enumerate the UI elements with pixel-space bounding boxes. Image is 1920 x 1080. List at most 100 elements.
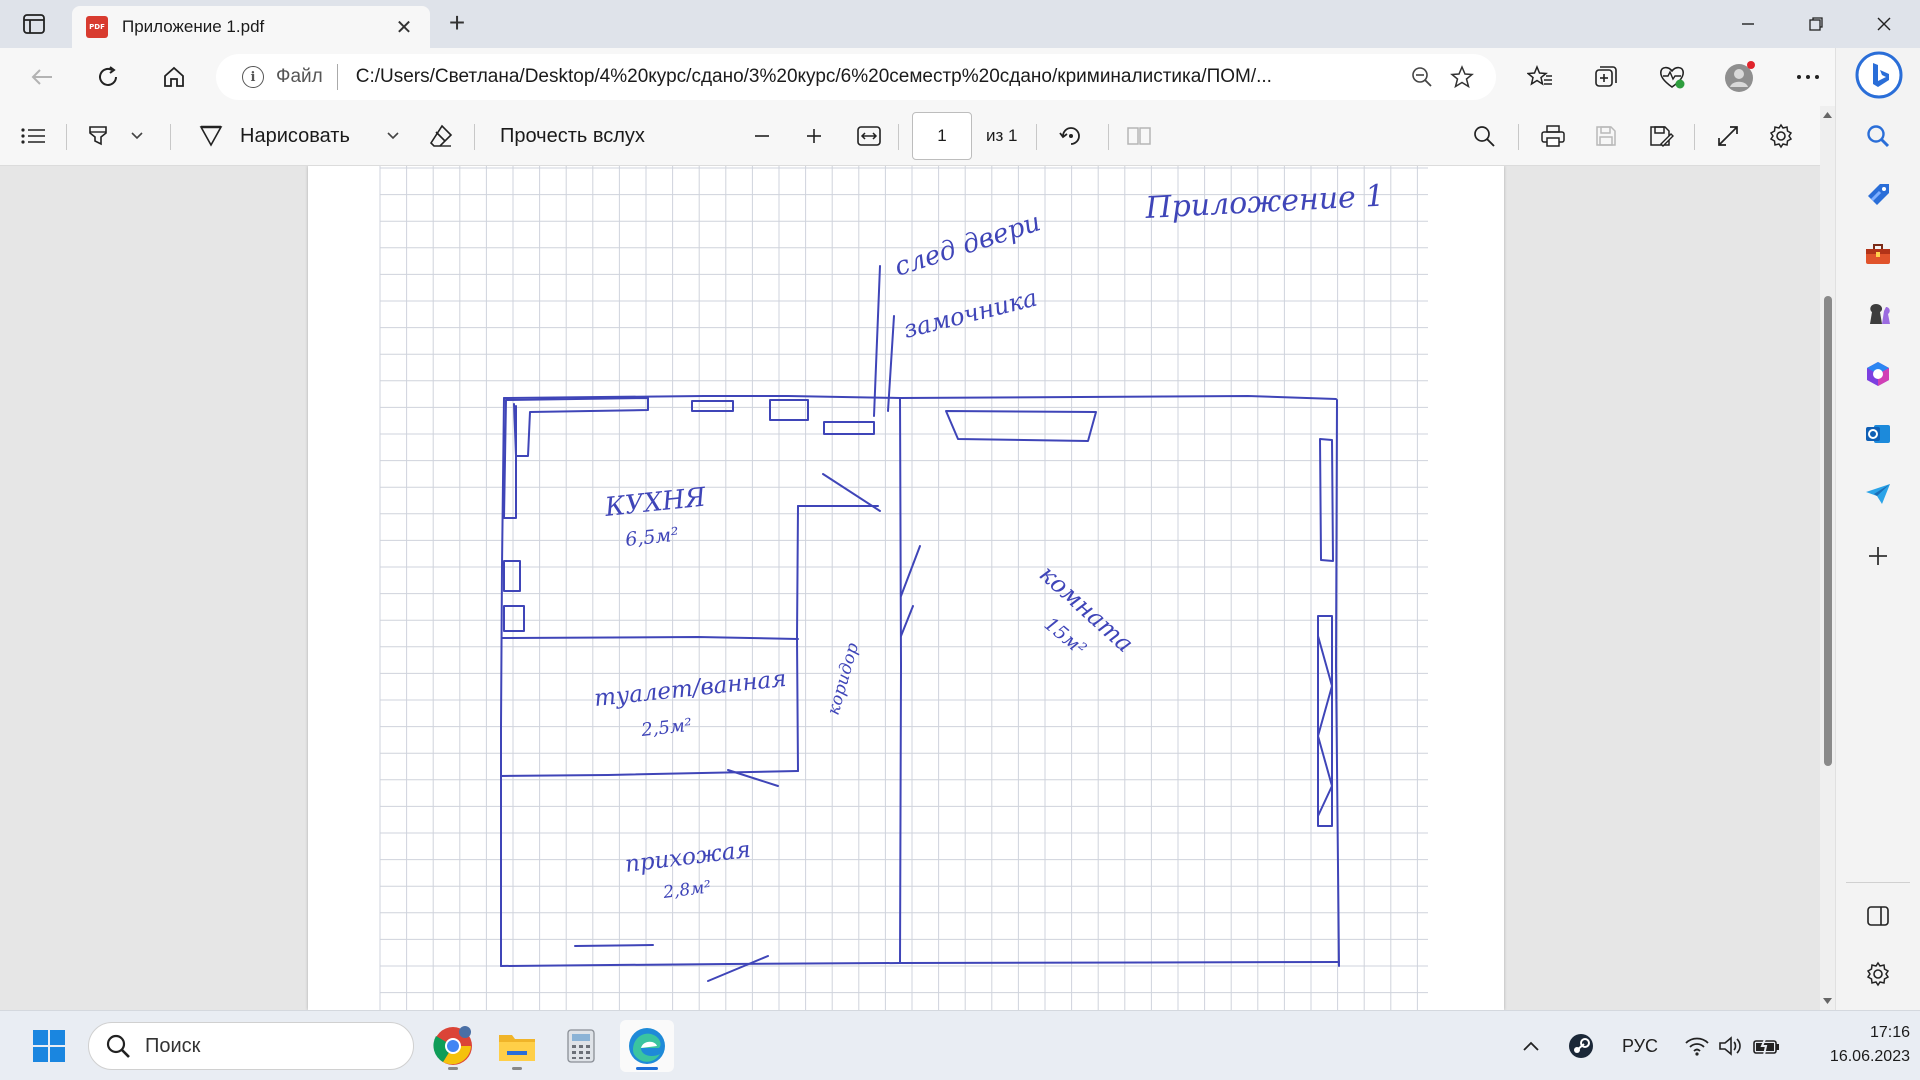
draw-options-button[interactable] xyxy=(386,120,400,152)
tray-battery[interactable] xyxy=(1752,1031,1782,1061)
draw-button[interactable]: Нарисовать xyxy=(198,120,350,152)
zoom-out-pdf-button[interactable] xyxy=(752,120,772,152)
sidebar-settings-button[interactable] xyxy=(1858,954,1898,994)
sidebar-shopping-button[interactable] xyxy=(1858,174,1898,214)
pdf-viewport[interactable]: Приложение 1 след двери замочника КУХНЯ … xyxy=(0,166,1820,1010)
sidebar-send-button[interactable] xyxy=(1858,474,1898,514)
keyboard-language[interactable]: РУС xyxy=(1622,1031,1658,1061)
pdf-toolbar: Нарисовать Прочесть вслух 1 из 1 xyxy=(0,106,1835,166)
favorites-button[interactable] xyxy=(1520,59,1560,95)
sidebar-tools-button[interactable] xyxy=(1858,234,1898,274)
taskbar-clock[interactable]: 17:16 16.06.2023 xyxy=(1800,1021,1910,1069)
sidebar-outlook-button[interactable] xyxy=(1858,414,1898,454)
fit-width-button[interactable] xyxy=(856,120,882,152)
sidebar-add-button[interactable] xyxy=(1858,536,1898,576)
rotate-button[interactable] xyxy=(1058,120,1084,152)
home-button[interactable] xyxy=(156,59,192,95)
scroll-down-icon[interactable] xyxy=(1820,994,1835,1008)
list-icon xyxy=(21,128,45,144)
refresh-button[interactable] xyxy=(90,59,126,95)
chevron-up-icon xyxy=(1523,1041,1539,1051)
scrollbar-thumb[interactable] xyxy=(1824,296,1832,766)
close-tab-icon[interactable]: ✕ xyxy=(392,15,416,40)
tab-actions-button[interactable] xyxy=(18,10,50,38)
close-window-button[interactable] xyxy=(1856,6,1912,42)
more-menu-button[interactable] xyxy=(1788,59,1828,95)
tray-volume[interactable] xyxy=(1718,1031,1744,1061)
tray-network[interactable] xyxy=(1684,1031,1710,1061)
page-number-input[interactable]: 1 xyxy=(912,112,972,160)
door-entry xyxy=(707,955,769,982)
vertical-scrollbar[interactable] xyxy=(1820,106,1835,1010)
taskbar-chrome[interactable] xyxy=(426,1020,480,1072)
plus-icon xyxy=(1869,547,1887,565)
bing-chat-button[interactable] xyxy=(1854,50,1904,100)
minimize-button[interactable] xyxy=(1720,6,1776,42)
taskbar-calculator[interactable] xyxy=(554,1020,608,1072)
eraser-icon xyxy=(429,124,453,147)
sidebar-search-button[interactable] xyxy=(1858,116,1898,156)
cabinet-top xyxy=(691,399,875,435)
favorite-star-button[interactable] xyxy=(1442,59,1482,95)
show-hidden-icons-button[interactable] xyxy=(1522,1031,1540,1061)
address-divider xyxy=(336,64,338,90)
taskbar-search-box[interactable]: Поиск xyxy=(88,1022,414,1070)
highlight-button[interactable] xyxy=(86,120,112,152)
profile-button[interactable] xyxy=(1720,59,1760,95)
wall-central xyxy=(899,397,902,964)
running-indicator xyxy=(636,1067,658,1070)
tray-steam[interactable] xyxy=(1568,1031,1594,1061)
paper-plane-icon xyxy=(1866,484,1890,504)
browser-essentials-button[interactable] xyxy=(1652,59,1692,95)
draw-pen-icon xyxy=(199,125,223,147)
new-tab-button[interactable]: + xyxy=(440,8,474,40)
taskbar-file-explorer[interactable] xyxy=(490,1020,544,1072)
print-button[interactable] xyxy=(1540,120,1566,152)
collections-button[interactable] xyxy=(1586,59,1626,95)
back-button[interactable] xyxy=(24,59,60,95)
tab-strip: PDF Приложение 1.pdf ✕ + xyxy=(0,0,1920,48)
highlight-options-button[interactable] xyxy=(130,120,144,152)
zoom-out-button[interactable] xyxy=(1402,59,1442,95)
start-button[interactable] xyxy=(22,1020,76,1072)
zoom-in-pdf-button[interactable] xyxy=(804,120,824,152)
plus-icon xyxy=(807,129,821,143)
fullscreen-button[interactable] xyxy=(1716,120,1740,152)
minus-icon xyxy=(755,135,769,137)
sidebar-games-button[interactable] xyxy=(1858,294,1898,334)
kitchen-area-label: 6,5м² xyxy=(624,523,680,550)
info-icon[interactable]: i xyxy=(242,66,264,88)
find-button[interactable] xyxy=(1472,120,1496,152)
page-total: из 1 xyxy=(986,126,1018,145)
sidebar-divider xyxy=(1846,882,1910,883)
save-button[interactable] xyxy=(1594,120,1618,152)
save-as-button[interactable] xyxy=(1648,120,1674,152)
contents-button[interactable] xyxy=(20,120,46,152)
wall-bottom xyxy=(500,961,1340,967)
page-view-button[interactable] xyxy=(1126,120,1152,152)
restore-icon xyxy=(1809,17,1823,31)
taskbar-edge[interactable] xyxy=(620,1020,674,1072)
clock-date: 16.06.2023 xyxy=(1829,1048,1910,1065)
restore-button[interactable] xyxy=(1788,6,1844,42)
address-scheme: Файл xyxy=(276,66,323,87)
search-icon xyxy=(1867,125,1890,148)
address-bar[interactable]: i Файл C:/Users/Светлана/Desktop/4%20кур… xyxy=(216,54,1496,100)
hall-label: прихожая xyxy=(624,837,752,878)
battery-charging-icon xyxy=(1753,1036,1779,1056)
tab-pdf[interactable]: PDF Приложение 1.pdf ✕ xyxy=(72,6,430,48)
pdf-settings-button[interactable] xyxy=(1768,120,1794,152)
windows-logo-icon xyxy=(33,1030,65,1062)
chevron-down-icon xyxy=(131,132,143,140)
fit-width-icon xyxy=(857,126,881,146)
address-url[interactable]: C:/Users/Светлана/Desktop/4%20курс/сдано… xyxy=(356,66,1402,88)
erase-button[interactable] xyxy=(428,120,454,152)
door-trace-label-line2: замочника xyxy=(901,284,1040,344)
bath-label: туалет/ванная xyxy=(593,666,788,712)
wifi-icon xyxy=(1685,1037,1709,1056)
sidebar-hide-button[interactable] xyxy=(1858,896,1898,936)
wall-left xyxy=(500,397,505,967)
scroll-up-icon[interactable] xyxy=(1820,108,1835,122)
sidebar-office-button[interactable] xyxy=(1858,354,1898,394)
read-aloud-button[interactable]: Прочесть вслух xyxy=(500,120,645,152)
